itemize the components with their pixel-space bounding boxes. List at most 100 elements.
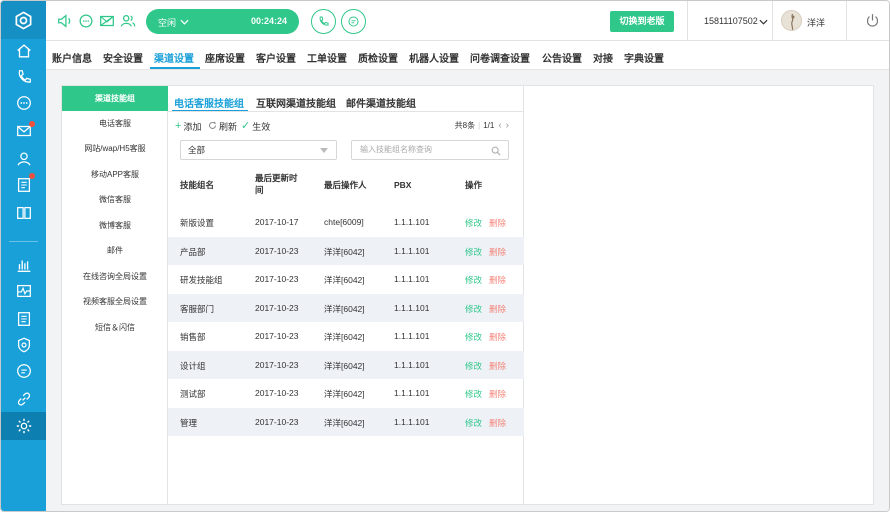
add-button[interactable]: + 添加 [175,120,201,133]
subtab-divider [168,111,524,112]
nav-item-seat[interactable]: 座席设置 [205,50,245,65]
side-item-phone[interactable]: 电话客服 [62,111,168,136]
side-item-app[interactable]: 移动APP客服 [62,162,168,187]
delete-link[interactable]: 删除 [489,417,506,429]
edit-link[interactable]: 修改 [465,274,482,286]
chat-bubble-icon[interactable] [77,12,95,30]
delete-link[interactable]: 删除 [489,274,506,286]
monitor-icon[interactable] [1,278,46,304]
edit-link[interactable]: 修改 [465,417,482,429]
ticket-badge-dot [29,173,35,179]
page-indicator: 1/1 [483,121,495,130]
delete-link[interactable]: 删除 [489,303,506,315]
chat-icon[interactable] [1,90,46,116]
nav-item-customer[interactable]: 客户设置 [256,50,296,65]
home-icon[interactable] [1,38,46,64]
filter-select[interactable]: 全部 [180,140,337,160]
cell-updated-time: 2017-10-23 [255,388,299,398]
cell-skill-group-name: 管理 [180,417,198,428]
mail-off-icon[interactable] [98,12,116,30]
edit-link[interactable]: 修改 [465,246,482,258]
user-name[interactable]: 洋洋 [807,16,825,29]
message-icon[interactable] [1,358,46,384]
rail-divider [9,241,38,242]
plus-icon: + [175,120,182,132]
chevron-right-icon[interactable]: › [506,120,509,131]
table-row: 销售部 2017-10-23 洋洋[6042] 1.1.1.101 修改 删除 [168,322,524,350]
nav-item-notice[interactable]: 公告设置 [542,50,582,65]
nav-item-quality[interactable]: 质检设置 [358,50,398,65]
phone-icon[interactable] [1,64,46,90]
search-icon[interactable] [491,145,501,163]
power-icon[interactable] [864,12,881,31]
logo-icon[interactable] [1,1,46,39]
report-chart-icon[interactable] [1,252,46,278]
nav-item-dictionary[interactable]: 字典设置 [624,50,664,65]
nav-item-robot[interactable]: 机器人设置 [409,50,459,65]
refresh-button[interactable]: 刷新 [208,120,237,133]
phone-number-dropdown[interactable]: 15811107502 [704,16,758,26]
side-item-web[interactable]: 网站/wap/H5客服 [62,136,168,161]
table-row: 设计组 2017-10-23 洋洋[6042] 1.1.1.101 修改 删除 [168,350,524,379]
delete-link[interactable]: 删除 [489,388,506,400]
mail-icon[interactable] [1,118,46,144]
contacts-icon[interactable] [1,146,46,172]
message-button[interactable] [341,9,366,34]
switch-old-version-button[interactable]: 切换到老版 [610,11,674,32]
side-item-sms[interactable]: 短信＆闪信 [62,315,168,340]
table-row: 产品部 2017-10-23 洋洋[6042] 1.1.1.101 修改 删除 [168,236,524,265]
records-icon[interactable] [1,306,46,332]
cell-operator: 洋洋[6042] [324,275,365,285]
table-row: 客服部门 2017-10-23 洋洋[6042] 1.1.1.101 修改 删除 [168,293,524,322]
cell-operator: chte[6009] [324,217,364,227]
add-label: 添加 [183,122,202,132]
nav-item-account[interactable]: 账户信息 [52,50,92,65]
cell-updated-time: 2017-10-23 [255,302,299,313]
avatar[interactable] [781,10,802,31]
users-icon[interactable] [119,12,137,30]
side-item-skill-group[interactable]: 渠道技能组 [62,86,168,111]
nav-item-security[interactable]: 安全设置 [103,50,143,65]
agent-status-dropdown[interactable]: 空闲 00:24:24 [146,9,299,34]
cell-skill-group-name: 新版设置 [180,218,215,228]
call-button[interactable] [311,9,336,34]
tab-email-skill-group[interactable]: 邮件渠道技能组 [346,95,416,110]
tab-internet-skill-group[interactable]: 互联网渠道技能组 [256,95,336,110]
cell-operator: 洋洋[6042] [324,332,365,342]
chevron-left-icon[interactable]: ‹ [498,120,501,131]
cell-skill-group-name: 设计组 [180,360,206,371]
edit-link[interactable]: 修改 [465,303,482,315]
cell-pbx: 1.1.1.101 [394,302,430,313]
edit-link[interactable]: 修改 [465,360,482,372]
side-item-wechat[interactable]: 微信客服 [62,187,168,212]
column-header-updated: 最后更新时间 [255,173,298,195]
channel-side-menu: 渠道技能组 电话客服 网站/wap/H5客服 移动APP客服 微信客服 微博客服… [62,86,168,504]
phone-call-icon [319,16,329,26]
nav-item-workorder[interactable]: 工单设置 [307,50,347,65]
delete-link[interactable]: 删除 [489,246,506,258]
ticket-icon[interactable] [1,172,46,198]
skill-group-search-input[interactable]: 输入技能组名称查询 [351,140,509,160]
apply-button[interactable]: ✓ 生效 [241,120,270,133]
chevron-down-icon[interactable] [759,17,768,27]
delete-link[interactable]: 删除 [489,360,506,372]
nav-item-integration[interactable]: 对接 [593,50,613,65]
side-item-weibo[interactable]: 微博客服 [62,213,168,238]
delete-link[interactable]: 删除 [489,217,506,229]
quality-shield-icon[interactable] [1,332,46,358]
link-icon[interactable] [1,386,46,412]
delete-link[interactable]: 删除 [489,331,506,343]
edit-link[interactable]: 修改 [465,388,482,400]
side-item-video-global[interactable]: 视频客服全局设置 [62,289,168,314]
refresh-label: 刷新 [219,122,238,132]
edit-link[interactable]: 修改 [465,217,482,229]
settings-gear-icon[interactable] [1,412,46,440]
side-item-online-global[interactable]: 在线咨询全局设置 [62,264,168,289]
knowledge-book-icon[interactable] [1,200,46,226]
nav-item-channel[interactable]: 渠道设置 [154,50,194,65]
side-item-email[interactable]: 邮件 [62,238,168,263]
tab-phone-skill-group[interactable]: 电话客服技能组 [174,95,244,110]
nav-item-survey[interactable]: 问卷调查设置 [470,50,530,65]
edit-link[interactable]: 修改 [465,331,482,343]
speaker-icon[interactable] [56,12,74,30]
